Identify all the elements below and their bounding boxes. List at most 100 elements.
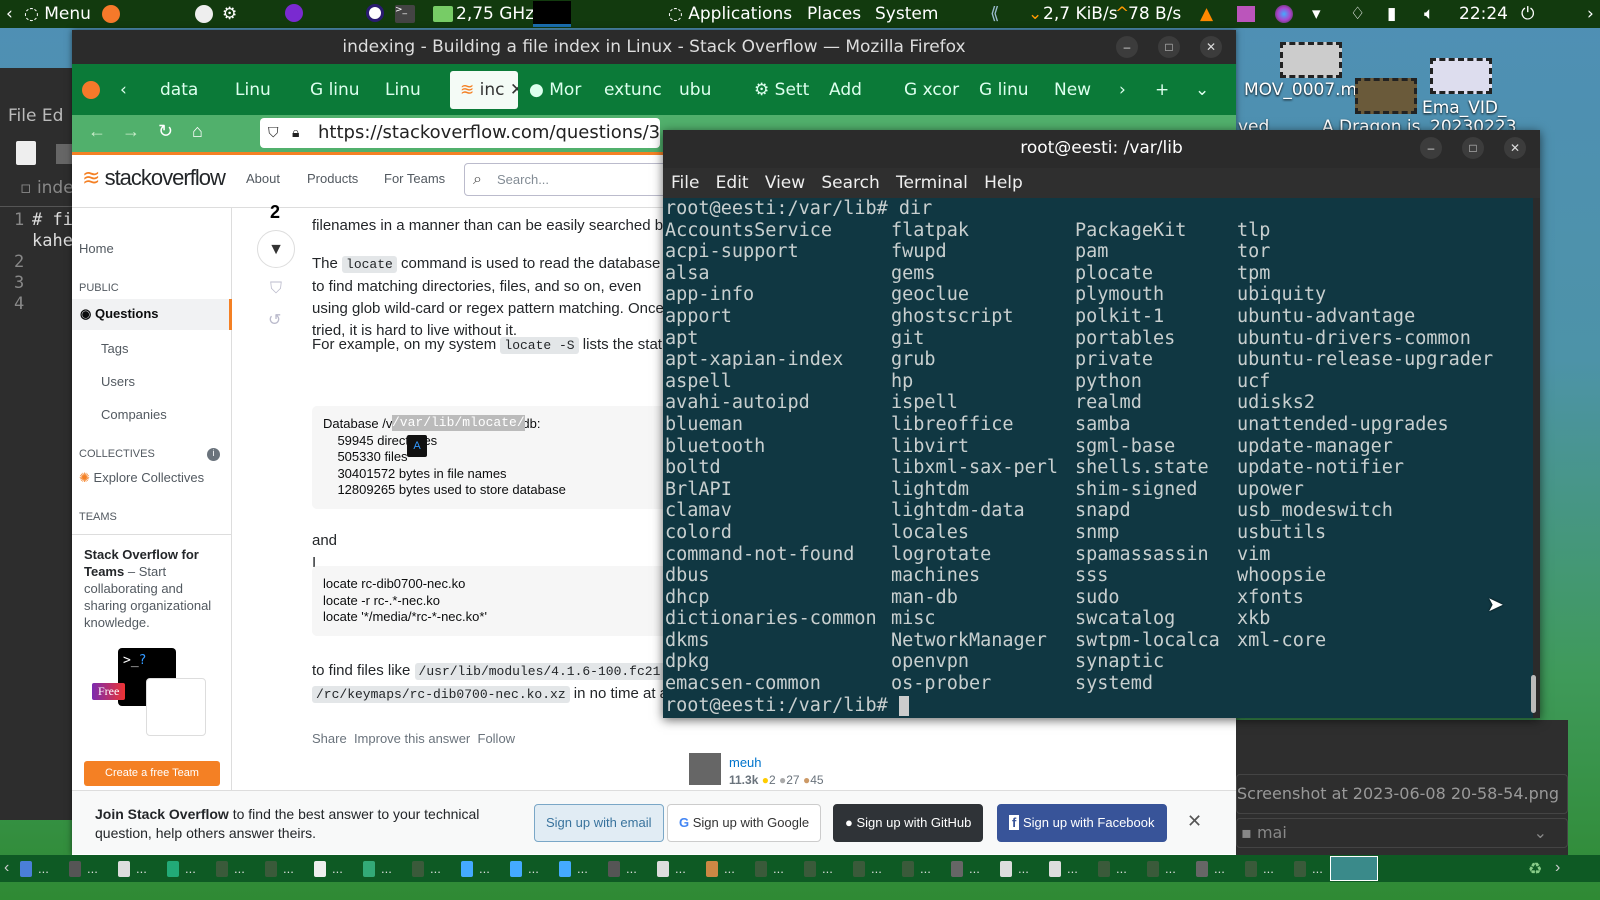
taskbar-right-arrow[interactable]: ›	[1555, 859, 1560, 877]
taskbar-item[interactable]: ...	[1245, 858, 1294, 879]
taskbar-item[interactable]: ...	[657, 858, 706, 879]
sidebar-explore-collectives[interactable]: ✺ Explore Collectives	[79, 470, 204, 486]
editor-edit-menu[interactable]: Ed	[42, 106, 64, 126]
opera-icon[interactable]	[366, 4, 384, 22]
url-bar[interactable]: ⛉ 🔒︎ https://stackoverflow.com/questions/3	[260, 118, 660, 148]
taskbar-item[interactable]: ...	[265, 858, 314, 879]
tab[interactable]: G linu	[969, 80, 1043, 100]
desktop-icon-label[interactable]: Ema_VID_	[1422, 98, 1506, 118]
taskbar-item[interactable]: ...	[412, 858, 461, 879]
taskbar-item[interactable]: ...	[314, 858, 363, 879]
terminal-minimize-button[interactable]: –	[1420, 137, 1442, 159]
downvote-button[interactable]: ▼	[257, 230, 295, 268]
tab[interactable]: Add	[819, 80, 893, 100]
taskbar-left-arrow[interactable]: ‹	[4, 859, 9, 877]
taskbar-item[interactable]: ...	[1049, 858, 1098, 879]
list-tabs-button[interactable]: ⌄	[1195, 80, 1209, 100]
nav-for-teams[interactable]: For Teams	[384, 171, 445, 186]
follow-link[interactable]: Follow	[478, 731, 516, 746]
maximize-button[interactable]: □	[1158, 36, 1180, 58]
tab[interactable]: G linu	[300, 80, 374, 100]
folder-select[interactable]: ▪ mai ⌄	[1236, 818, 1568, 848]
user-avatar[interactable]	[689, 753, 721, 785]
taskbar-item[interactable]: ...	[755, 858, 804, 879]
tabs-scroll-left[interactable]: ‹	[120, 80, 150, 100]
minimize-button[interactable]: –	[1116, 36, 1138, 58]
trash-icon[interactable]: ♻	[1528, 859, 1542, 879]
desktop-icon-label[interactable]: MOV_0007.m	[1244, 80, 1357, 100]
taskbar-item[interactable]: ...	[559, 858, 608, 879]
sidebar-companies[interactable]: Companies	[101, 407, 167, 422]
signup-email-button[interactable]: Sign up with email	[534, 804, 664, 842]
reload-button[interactable]: ↻	[158, 121, 173, 142]
tab-active[interactable]: ≋ inc ✕	[450, 70, 518, 109]
terminal-close-button[interactable]: ✕	[1504, 137, 1526, 159]
taskbar-item[interactable]: ...	[69, 858, 118, 879]
filename-input[interactable]: Screenshot at 2023-06-08 20-58-54.png	[1236, 774, 1568, 814]
so-logo[interactable]: ≋ stackoverflow	[82, 165, 226, 191]
taskbar-item[interactable]: ...	[118, 858, 167, 879]
taskbar-item[interactable]: ...	[608, 858, 657, 879]
terminal-menu-terminal[interactable]: Terminal	[896, 173, 968, 193]
accessibility-icon[interactable]	[195, 5, 213, 23]
signup-facebook-button[interactable]: f Sign up with Facebook	[997, 804, 1167, 842]
home-button[interactable]: ⌂	[192, 121, 203, 142]
taskbar-item[interactable]: ...	[20, 858, 69, 879]
taskbar-item[interactable]: ...	[902, 858, 951, 879]
desktop-video-thumbnail[interactable]	[1430, 58, 1492, 94]
sidebar-tags[interactable]: Tags	[101, 341, 128, 356]
terminal-launcher-icon[interactable]: >_	[395, 5, 415, 23]
places-menu[interactable]: Places	[807, 4, 861, 24]
translate-icon[interactable]: A	[407, 435, 427, 457]
taskbar-item[interactable]: ...	[167, 858, 216, 879]
taskbar-item[interactable]: ...	[1147, 858, 1196, 879]
taskbar-item[interactable]: ...	[510, 858, 559, 879]
taskbar-item[interactable]: ...	[1000, 858, 1049, 879]
terminal-scrollbar[interactable]	[1531, 675, 1536, 713]
taskbar-active-item[interactable]	[1330, 856, 1378, 881]
editor-code[interactable]: # fi kahe	[32, 210, 73, 252]
bookmark-icon[interactable]: ⛉	[270, 280, 282, 298]
tab[interactable]: G xcor	[894, 80, 968, 100]
taskbar-item[interactable]: ...	[216, 858, 265, 879]
editor-tab[interactable]: ▫ inde	[20, 178, 74, 198]
volume-icon[interactable]: 🔈︎	[1424, 4, 1434, 24]
terminal-menu-search[interactable]: Search	[821, 173, 879, 193]
audio-recorder-icon[interactable]	[1237, 6, 1255, 22]
tab[interactable]: Linu	[225, 80, 299, 100]
tab[interactable]: New	[1044, 80, 1118, 100]
taskbar-item[interactable]: ...	[706, 858, 755, 879]
editor-file-menu[interactable]: File	[8, 106, 36, 126]
terminal-output[interactable]: root@eesti:/var/lib# dir AccountsService…	[663, 198, 1533, 718]
signup-google-button[interactable]: G Sign up with Google	[667, 804, 822, 842]
new-document-icon[interactable]	[16, 141, 36, 165]
settings-gears-icon[interactable]: ⚙	[222, 4, 237, 24]
improve-link[interactable]: Improve this answer	[354, 731, 470, 746]
firefox-view-icon[interactable]	[82, 80, 100, 99]
terminal-menu-edit[interactable]: Edit	[716, 173, 749, 193]
tab[interactable]: extunc	[594, 80, 668, 100]
nav-about[interactable]: About	[246, 171, 280, 186]
panel-right-arrow[interactable]: ›	[1587, 4, 1594, 24]
tab[interactable]: data	[150, 80, 224, 100]
search-input[interactable]: ⌕ Search...	[464, 163, 674, 196]
sidebar-users[interactable]: Users	[101, 374, 135, 389]
panel-left-arrow[interactable]: ‹	[6, 4, 13, 24]
menu-button[interactable]: ◌ Menu	[24, 4, 91, 24]
taskbar-item[interactable]: ...	[951, 858, 1000, 879]
taskbar-item[interactable]: ...	[363, 858, 412, 879]
share-link[interactable]: Share	[312, 731, 347, 746]
nav-products[interactable]: Products	[307, 171, 358, 186]
create-team-button[interactable]: Create a free Team	[84, 761, 220, 786]
terminal-maximize-button[interactable]: □	[1462, 137, 1484, 159]
tab[interactable]: ⚙ Sett	[744, 80, 818, 100]
tab[interactable]: ● Mor	[519, 80, 593, 100]
firefox-launcher-icon[interactable]	[102, 5, 120, 23]
vlc-icon[interactable]: ▲	[1200, 4, 1213, 24]
tab[interactable]: Linu	[375, 80, 449, 100]
notification-bell-icon[interactable]: ♢	[1350, 4, 1365, 24]
taskbar-item[interactable]: ...	[853, 858, 902, 879]
tor-browser-icon[interactable]	[285, 4, 303, 22]
wifi-icon[interactable]: ▾	[1312, 4, 1321, 24]
forward-button[interactable]: →	[122, 121, 140, 142]
